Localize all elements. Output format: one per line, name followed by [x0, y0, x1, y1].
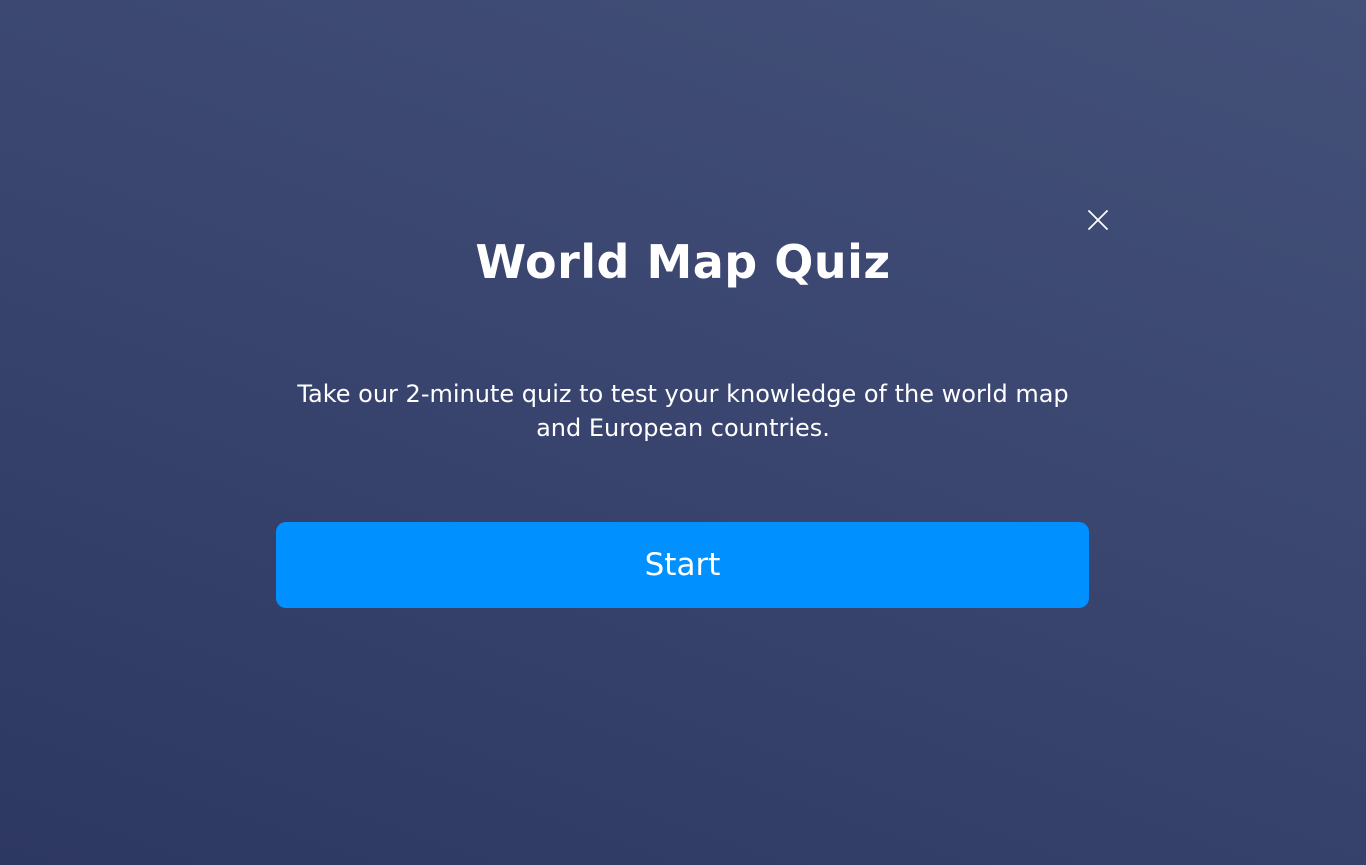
- close-icon: [1088, 210, 1108, 230]
- page-title: World Map Quiz: [475, 235, 891, 289]
- quiz-description: Take our 2-minute quiz to test your know…: [297, 380, 1069, 442]
- quiz-intro-modal: World Map Quiz Take our 2-minute quiz to…: [0, 0, 1366, 865]
- close-button[interactable]: [1082, 204, 1114, 236]
- start-button[interactable]: Start: [276, 522, 1089, 608]
